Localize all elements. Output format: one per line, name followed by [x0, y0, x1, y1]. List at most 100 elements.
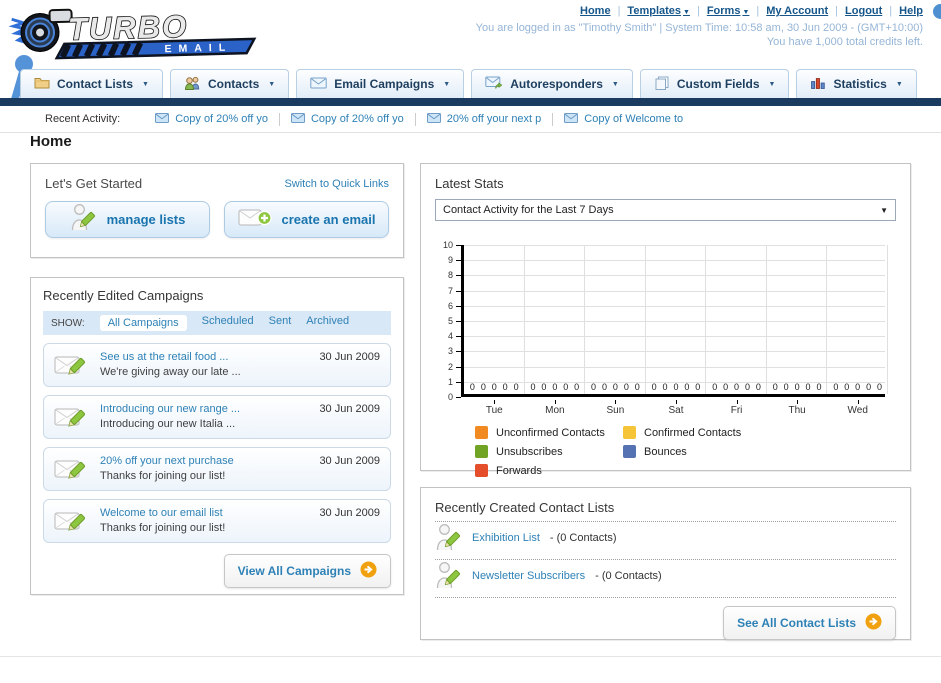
manage-lists-label: manage lists	[106, 212, 186, 227]
y-tick-label: 7	[447, 285, 453, 296]
filter-scheduled[interactable]: Scheduled	[202, 315, 254, 331]
header-link-forms[interactable]: Forms ▼	[707, 5, 750, 17]
tab-label: Custom Fields	[676, 77, 760, 91]
bar-value-labels: 00000	[464, 382, 525, 392]
x-axis-label: Wed	[847, 405, 868, 416]
stats-activity-select[interactable]: Contact Activity for the Last 7 Days ▼	[435, 199, 896, 221]
contact-list-name-link[interactable]: Exhibition List	[472, 532, 540, 544]
filter-sent[interactable]: Sent	[269, 315, 292, 331]
contact-list-name-link[interactable]: Newsletter Subscribers	[472, 570, 585, 582]
x-tick-mark	[494, 400, 496, 404]
view-all-campaigns-label: View All Campaigns	[237, 564, 351, 578]
envelope-icon	[290, 112, 305, 126]
chevron-down-icon: ▼	[268, 80, 276, 88]
x-axis-label: Mon	[545, 405, 565, 416]
bar-value: 0	[591, 382, 597, 392]
h-gridline	[464, 275, 885, 277]
decorative-dot	[933, 4, 941, 19]
recent-activity-item[interactable]: Copy of 20% off yo	[278, 112, 415, 126]
header-link-logout[interactable]: Logout	[845, 5, 882, 17]
header-link-help[interactable]: Help	[899, 5, 923, 17]
y-tick-label: 4	[447, 331, 453, 342]
latest-stats-title: Latest Stats	[435, 176, 504, 191]
recent-activity-items: Copy of 20% off yo Copy of 20% off yo 20% …	[144, 112, 694, 126]
campaign-subtitle: We're giving away our late ...	[100, 366, 241, 378]
legend-swatch	[475, 426, 488, 439]
bar-value: 0	[816, 382, 822, 392]
turbo-email-logo[interactable]: TURBO EMAIL	[6, 2, 266, 63]
recent-activity-item[interactable]: Copy of Welcome to	[552, 112, 694, 126]
legend-label: Unconfirmed Contacts	[496, 426, 605, 439]
h-gridline	[464, 290, 885, 292]
switch-to-quick-links-link[interactable]: Switch to Quick Links	[284, 178, 389, 190]
campaign-title-link[interactable]: Welcome to our email list	[100, 506, 311, 521]
contacts-icon	[184, 76, 201, 93]
folder-icon	[34, 76, 50, 92]
campaign-date: 30 Jun 2009	[319, 351, 380, 363]
header-link-home[interactable]: Home	[580, 5, 611, 17]
bar-value: 0	[651, 382, 657, 392]
recent-activity-item-label: Copy of 20% off yo	[310, 113, 404, 125]
y-tick-label: 10	[442, 240, 453, 250]
recent-activity-bar: Recent Activity: Copy of 20% off yo Copy …	[0, 106, 941, 133]
campaign-item[interactable]: Introducing our new range ... Introducing…	[43, 395, 391, 439]
campaign-title-link[interactable]: 20% off your next purchase	[100, 454, 311, 469]
campaign-subtitle: Thanks for joining our list!	[100, 522, 226, 534]
recent-activity-item[interactable]: 20% off your next p	[414, 112, 553, 126]
campaign-item[interactable]: Welcome to our email list Thanks for join…	[43, 499, 391, 543]
header-link-my-account[interactable]: My Account	[766, 5, 828, 17]
bar-value: 0	[673, 382, 679, 392]
filter-all-campaigns[interactable]: All Campaigns	[99, 315, 187, 331]
filter-archived[interactable]: Archived	[306, 315, 349, 331]
tab-statistics[interactable]: Statistics ▼	[796, 69, 917, 98]
bar-value: 0	[794, 382, 800, 392]
y-tick-label: 9	[447, 255, 453, 266]
get-started-title: Let's Get Started	[45, 176, 143, 191]
tab-autoresponders[interactable]: Autoresponders ▼	[471, 69, 633, 98]
bar-value: 0	[502, 382, 508, 392]
chevron-down-icon: ▼	[768, 80, 776, 88]
campaign-item[interactable]: See us at the retail food ... We're givin…	[43, 343, 391, 387]
recent-activity-item-label: Copy of 20% off yo	[175, 113, 268, 125]
tab-custom-fields[interactable]: Custom Fields ▼	[639, 69, 790, 98]
h-gridline	[464, 366, 885, 368]
legend-swatch	[475, 445, 488, 458]
campaign-item[interactable]: 20% off your next purchase Thanks for joi…	[43, 447, 391, 491]
header-links: Home | Templates ▼ | Forms ▼ | My Account | Logout…	[580, 5, 923, 17]
bar-value: 0	[783, 382, 789, 392]
campaign-subtitle: Thanks for joining our list!	[100, 470, 226, 482]
campaign-title-link[interactable]: See us at the retail food ...	[100, 350, 311, 365]
legend-item-unsubscribes: Unsubscribes	[475, 445, 623, 458]
chevron-down-icon: ▼	[742, 9, 750, 16]
chevron-down-icon: ▼	[683, 9, 690, 16]
bar-value: 0	[734, 382, 740, 392]
legend-item-confirmed-contacts: Confirmed Contacts	[623, 426, 771, 439]
person-pencil-icon	[435, 561, 462, 591]
chart-x-axis: Tue Mon Sun Sat Fri Thu Wed	[464, 400, 888, 420]
recent-activity-item[interactable]: Copy of 20% off yo	[144, 112, 279, 126]
x-axis-label: Sat	[668, 405, 684, 416]
campaign-title-link[interactable]: Introducing our new range ...	[100, 402, 311, 417]
header-link-templates[interactable]: Templates ▼	[627, 5, 690, 17]
tab-contacts[interactable]: Contacts ▼	[169, 69, 290, 98]
y-tick-label: 6	[447, 300, 453, 311]
bar-value: 0	[723, 382, 729, 392]
create-email-label: create an email	[281, 212, 376, 227]
view-all-campaigns-button[interactable]: View All Campaigns	[223, 554, 391, 588]
chevron-down-icon: ▼	[443, 80, 451, 88]
tab-contact-lists[interactable]: Contact Lists ▼	[20, 69, 163, 98]
v-gridline	[524, 245, 525, 394]
manage-lists-button[interactable]: manage lists	[45, 201, 210, 238]
x-axis-label: Sun	[606, 405, 625, 416]
envelope-pencil-icon	[54, 506, 92, 536]
campaign-text: 20% off your next purchase Thanks for joi…	[100, 454, 311, 484]
see-all-contact-lists-button[interactable]: See All Contact Lists	[723, 606, 896, 640]
chevron-down-icon: ▼	[895, 80, 903, 88]
h-gridline	[464, 351, 885, 353]
y-tick-mark	[456, 397, 461, 398]
tab-email-campaigns[interactable]: Email Campaigns ▼	[296, 69, 465, 98]
create-email-button[interactable]: create an email	[224, 201, 389, 238]
envelope-icon	[426, 112, 441, 126]
page-title: Home	[30, 133, 72, 150]
campaign-date: 30 Jun 2009	[319, 455, 380, 467]
